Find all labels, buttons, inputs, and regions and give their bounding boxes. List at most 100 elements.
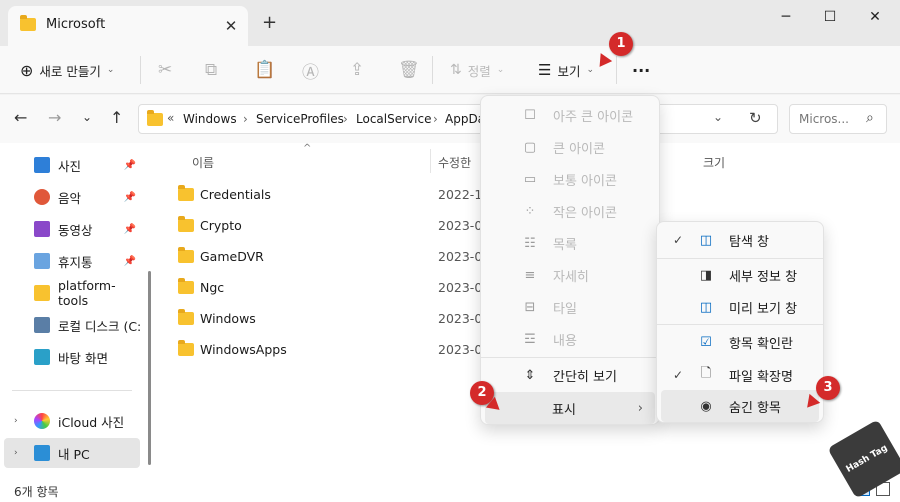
tab-close-icon[interactable]: ✕ bbox=[220, 15, 242, 37]
share-icon[interactable]: ⇪ bbox=[350, 54, 364, 86]
menu-item-label: 숨긴 항목 bbox=[729, 400, 781, 416]
search-icon[interactable]: ⌕ bbox=[866, 110, 874, 126]
file-row[interactable]: WindowsApps bbox=[178, 334, 287, 365]
pin-icon[interactable]: 📌 bbox=[124, 192, 136, 203]
up-arrow-icon[interactable]: ↑ bbox=[110, 108, 123, 127]
search-box[interactable]: Micros... ⌕ bbox=[789, 104, 887, 134]
nav-item-this-pc[interactable]: › 내 PC bbox=[4, 438, 140, 468]
address-bar[interactable]: « Windows › ServiceProfiles › LocalServi… bbox=[138, 104, 778, 134]
file-row[interactable]: Windows bbox=[178, 303, 256, 334]
nav-item-videos[interactable]: 동영상 📌 bbox=[0, 214, 140, 244]
computer-icon bbox=[34, 445, 50, 461]
rename-icon[interactable]: Ⓐ bbox=[302, 54, 319, 86]
new-button[interactable]: ⊕ 새로 만들기 ⌄ bbox=[20, 54, 114, 86]
nav-label: 음악 bbox=[58, 190, 82, 206]
menu-item-extra-large-icons[interactable]: ☐ 아주 큰 아이콘 bbox=[481, 99, 659, 131]
file-row[interactable]: Crypto bbox=[178, 210, 242, 241]
new-tab-button[interactable]: + bbox=[262, 12, 277, 33]
delete-icon[interactable]: 🗑 bbox=[398, 54, 420, 86]
pin-icon[interactable]: 📌 bbox=[124, 160, 136, 171]
back-arrow-icon[interactable]: ← bbox=[14, 108, 27, 127]
breadcrumb-separator: › bbox=[433, 112, 438, 126]
nav-label: 바탕 화면 bbox=[58, 350, 108, 366]
nav-item-icloud[interactable]: › iCloud 사진 bbox=[0, 406, 140, 436]
address-dropdown-icon[interactable]: ⌄ bbox=[713, 110, 723, 124]
forward-arrow-icon[interactable]: → bbox=[48, 108, 61, 127]
nav-item-recycle-bin[interactable]: 휴지통 📌 bbox=[0, 246, 140, 276]
sort-button[interactable]: ⇅ 정렬 ⌄ bbox=[450, 54, 504, 86]
menu-item-label: 자세히 bbox=[553, 269, 589, 285]
file-row[interactable]: Credentials bbox=[178, 179, 271, 210]
title-bar: Microsoft ✕ + ─ ☐ ✕ bbox=[0, 0, 900, 46]
command-bar: ⊕ 새로 만들기 ⌄ ✂ ⧉ 📋 Ⓐ ⇪ 🗑 ⇅ 정렬 ⌄ ☰ 보기 ⌄ ··· bbox=[0, 46, 900, 94]
pin-icon[interactable]: 📌 bbox=[124, 256, 136, 267]
recent-chevron-icon[interactable]: ⌄ bbox=[82, 110, 92, 124]
paste-icon[interactable]: 📋 bbox=[254, 54, 275, 86]
menu-item-hidden-items[interactable]: ◉ 숨긴 항목 bbox=[661, 390, 819, 422]
more-options-button[interactable]: ··· bbox=[632, 54, 650, 86]
nav-scrollbar[interactable] bbox=[148, 271, 151, 465]
column-header-size[interactable]: 크기 bbox=[703, 154, 725, 171]
tiles-icon: ⊟ bbox=[524, 299, 536, 315]
menu-item-tiles[interactable]: ⊟ 타일 bbox=[481, 291, 659, 323]
menu-item-item-checkboxes[interactable]: ☑ 항목 확인란 bbox=[657, 326, 823, 358]
nav-item-platform-tools[interactable]: platform-tools bbox=[0, 278, 140, 308]
menu-item-medium-icons[interactable]: ▭ 보통 아이콘 bbox=[481, 163, 659, 195]
nav-item-desktop[interactable]: 바탕 화면 bbox=[0, 342, 140, 372]
menu-item-compact-view[interactable]: ⇕ 간단히 보기 bbox=[481, 359, 659, 391]
menu-item-label: 간단히 보기 bbox=[553, 369, 617, 385]
nav-item-music[interactable]: 음악 📌 bbox=[0, 182, 140, 212]
expand-chevron-icon[interactable]: › bbox=[14, 416, 18, 426]
file-name: Windows bbox=[200, 311, 256, 326]
maximize-button[interactable]: ☐ bbox=[812, 6, 848, 30]
expand-chevron-icon[interactable]: › bbox=[14, 448, 18, 458]
menu-item-details[interactable]: ≡ 자세히 bbox=[481, 259, 659, 291]
nav-label: 휴지통 bbox=[58, 254, 93, 270]
extra-large-icons-icon: ☐ bbox=[524, 107, 536, 123]
menu-item-label: 내용 bbox=[553, 333, 577, 349]
overflow-chevron[interactable]: « bbox=[167, 111, 174, 125]
breadcrumb-serviceprofiles[interactable]: ServiceProfiles bbox=[256, 112, 344, 126]
menu-item-file-extensions[interactable]: ✓ 🗋 파일 확장명 bbox=[657, 359, 823, 391]
file-row[interactable]: Ngc bbox=[178, 272, 224, 303]
menu-item-show[interactable]: 표시 › bbox=[485, 392, 655, 424]
large-icons-icon: ▢ bbox=[523, 139, 537, 155]
item-count: 6개 항목 bbox=[14, 485, 59, 499]
column-header-name[interactable]: 이름 bbox=[192, 154, 214, 171]
search-placeholder: Micros... bbox=[799, 112, 849, 126]
minimize-button[interactable]: ─ bbox=[768, 6, 804, 30]
nav-label: 로컬 디스크 (C:) bbox=[58, 318, 140, 334]
column-header-modified[interactable]: 수정한 bbox=[438, 154, 471, 171]
menu-item-label: 항목 확인란 bbox=[729, 336, 793, 352]
nav-item-local-disk[interactable]: 로컬 디스크 (C:) bbox=[0, 310, 140, 340]
menu-item-large-icons[interactable]: ▢ 큰 아이콘 bbox=[481, 131, 659, 163]
folder-icon bbox=[178, 247, 194, 263]
list-icon: ☷ bbox=[524, 235, 536, 251]
checkbox-folder-icon: ☑ bbox=[700, 334, 712, 350]
refresh-icon[interactable]: ↻ bbox=[749, 109, 762, 127]
view-button[interactable]: ☰ 보기 ⌄ bbox=[538, 54, 594, 86]
breadcrumb-windows[interactable]: Windows bbox=[183, 112, 237, 126]
nav-item-photos[interactable]: 사진 📌 bbox=[0, 150, 140, 180]
cut-icon[interactable]: ✂ bbox=[158, 54, 172, 86]
file-row[interactable]: GameDVR bbox=[178, 241, 264, 272]
menu-item-preview-pane[interactable]: ◫ 미리 보기 창 bbox=[657, 291, 823, 323]
pin-icon[interactable]: 📌 bbox=[124, 224, 136, 235]
view-menu: ☐ 아주 큰 아이콘 ▢ 큰 아이콘 ▭ 보통 아이콘 ⁘ 작은 아이콘 ☷ 목록 ≡ 자세… bbox=[480, 95, 660, 425]
folder-icon bbox=[34, 285, 50, 301]
address-row: ← → ⌄ ↑ « Windows › ServiceProfiles › Lo… bbox=[0, 95, 900, 143]
menu-item-details-pane[interactable]: ◨ 세부 정보 창 bbox=[657, 259, 823, 291]
close-button[interactable]: ✕ bbox=[857, 6, 893, 30]
menu-item-label: 타일 bbox=[553, 301, 577, 317]
annotation-badge-3: 3 bbox=[816, 376, 840, 400]
chevron-down-icon: ⌄ bbox=[106, 65, 115, 75]
icloud-photos-icon bbox=[34, 413, 50, 429]
breadcrumb-localservice[interactable]: LocalService bbox=[356, 112, 431, 126]
column-divider[interactable] bbox=[430, 149, 431, 173]
copy-icon[interactable]: ⧉ bbox=[205, 54, 217, 86]
menu-item-navigation-pane[interactable]: ✓ ◫ 탐색 창 bbox=[657, 224, 823, 256]
menu-item-small-icons[interactable]: ⁘ 작은 아이콘 bbox=[481, 195, 659, 227]
menu-item-list[interactable]: ☷ 목록 bbox=[481, 227, 659, 259]
menu-item-content[interactable]: ☲ 내용 bbox=[481, 323, 659, 355]
tab-microsoft[interactable]: Microsoft ✕ bbox=[8, 6, 248, 46]
